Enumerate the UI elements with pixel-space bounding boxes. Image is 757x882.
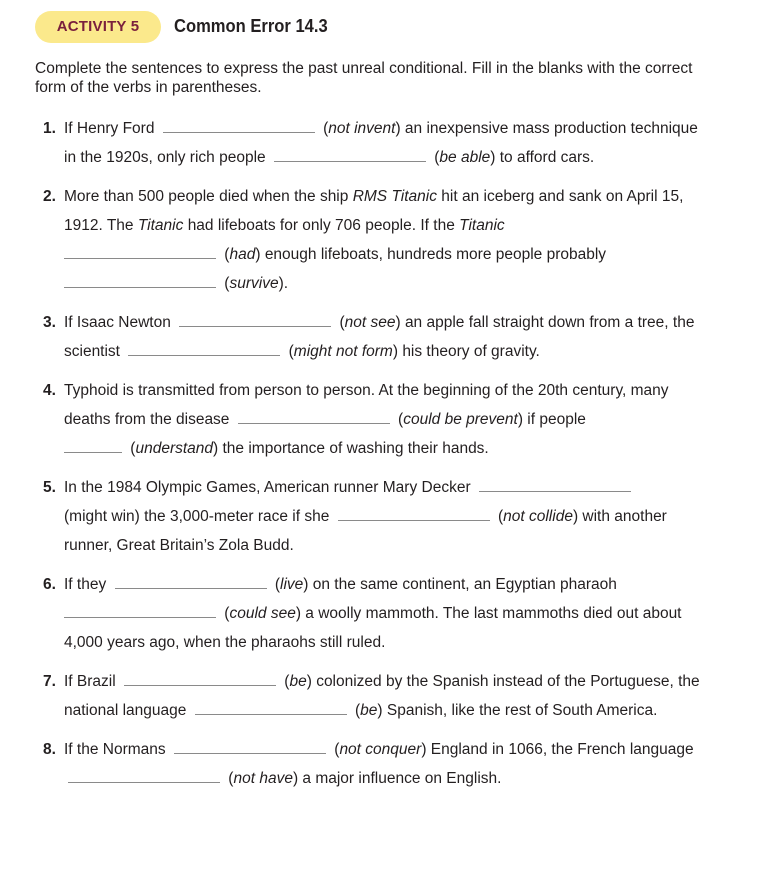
exercise-item-8: 8. If the Normans (not conquer) England …	[0, 735, 704, 793]
exercise-list: 1. If Henry Ford (not invent) an inexpen…	[0, 114, 757, 803]
verb-hint: be able	[439, 149, 491, 166]
verb-hint: could see	[229, 605, 296, 622]
verb-hint: might not form	[293, 343, 393, 360]
item-text: the 3,000-meter race if she	[144, 508, 330, 525]
item-text: on the same continent, an Egyptian phara…	[312, 576, 617, 593]
ship-name: Titanic	[459, 217, 505, 234]
item-text: In the 1984 Olympic Games, American runn…	[64, 479, 471, 496]
item-text: the importance of washing their hands.	[222, 440, 489, 457]
item-text: If they	[64, 576, 107, 593]
ship-name: Titanic	[137, 217, 184, 234]
item-text: if people	[527, 411, 586, 428]
verb-hint: might win	[69, 508, 135, 525]
item-text: If Brazil	[64, 673, 116, 690]
item-text: More than 500 people died when the ship	[64, 188, 349, 205]
exercise-item-7: 7. If Brazil (be) colonized by the Spani…	[0, 667, 704, 725]
item-number: 5.	[43, 479, 56, 496]
answer-blank-6b[interactable]	[64, 603, 216, 618]
activity-title: Common Error 14.3	[174, 16, 328, 36]
answer-blank-6a[interactable]	[114, 574, 267, 589]
activity-badge: ACTIVITY 5	[35, 10, 161, 43]
exercise-item-3: 3. If Isaac Newton (not see) an apple fa…	[0, 308, 704, 366]
item-number: 3.	[43, 314, 56, 331]
answer-blank-3b[interactable]	[128, 341, 281, 356]
verb-hint: not invent	[328, 120, 396, 137]
ship-name: RMS Titanic	[352, 188, 437, 205]
verb-hint: live	[280, 576, 304, 593]
verb-hint: not conquer	[339, 741, 422, 758]
answer-blank-1b[interactable]	[273, 147, 426, 162]
verb-hint: be	[289, 673, 307, 690]
answer-blank-2b[interactable]	[64, 273, 216, 288]
answer-blank-7b[interactable]	[194, 700, 347, 715]
item-text: If Isaac Newton	[64, 314, 171, 331]
answer-blank-5b[interactable]	[337, 506, 490, 521]
activity-header: ACTIVITY 5 Common Error 14.3	[35, 10, 341, 43]
item-text: If the Normans	[64, 741, 166, 758]
answer-blank-1a[interactable]	[162, 118, 315, 133]
item-number: 4.	[43, 382, 56, 399]
verb-hint: not see	[344, 314, 396, 331]
item-number: 7.	[43, 673, 56, 690]
verb-hint: not have	[233, 770, 293, 787]
instructions: Complete the sentences to express the pa…	[35, 60, 693, 96]
verb-hint: be	[360, 702, 378, 719]
answer-blank-2a[interactable]	[64, 244, 216, 259]
verb-hint: survive	[229, 275, 279, 292]
answer-blank-5a[interactable]	[478, 477, 631, 492]
item-number: 2.	[43, 188, 56, 205]
item-text: If Henry Ford	[64, 120, 155, 137]
exercise-item-1: 1. If Henry Ford (not invent) an inexpen…	[0, 114, 704, 172]
answer-blank-4a[interactable]	[237, 409, 390, 424]
answer-blank-8a[interactable]	[173, 739, 326, 754]
exercise-item-2: 2. More than 500 people died when the sh…	[0, 182, 704, 298]
answer-blank-8b[interactable]	[68, 768, 220, 783]
verb-hint: had	[229, 246, 256, 263]
item-number: 1.	[43, 120, 56, 137]
exercise-item-6: 6. If they (live) on the same continent,…	[0, 570, 704, 657]
item-number: 8.	[43, 741, 56, 758]
answer-blank-3a[interactable]	[179, 312, 332, 327]
verb-hint: understand	[135, 440, 214, 457]
exercise-item-5: 5. In the 1984 Olympic Games, American r…	[0, 473, 704, 560]
item-text: enough lifeboats, hundreds more people p…	[264, 246, 607, 263]
verb-hint: could be prevent	[403, 411, 518, 428]
answer-blank-4b[interactable]	[64, 438, 122, 453]
answer-blank-7a[interactable]	[124, 671, 276, 686]
item-text: to afford cars.	[499, 149, 595, 166]
item-number: 6.	[43, 576, 56, 593]
verb-hint: not collide	[503, 508, 573, 525]
item-text: a major influence on English.	[302, 770, 502, 787]
item-text: Spanish, like the rest of South America.	[386, 702, 658, 719]
exercise-item-4: 4. Typhoid is transmitted from person to…	[0, 376, 704, 463]
item-text: his theory of gravity.	[402, 343, 540, 360]
item-text: had lifeboats for only 706 people. If th…	[187, 217, 455, 234]
item-text: England in 1066, the French language	[430, 741, 694, 758]
